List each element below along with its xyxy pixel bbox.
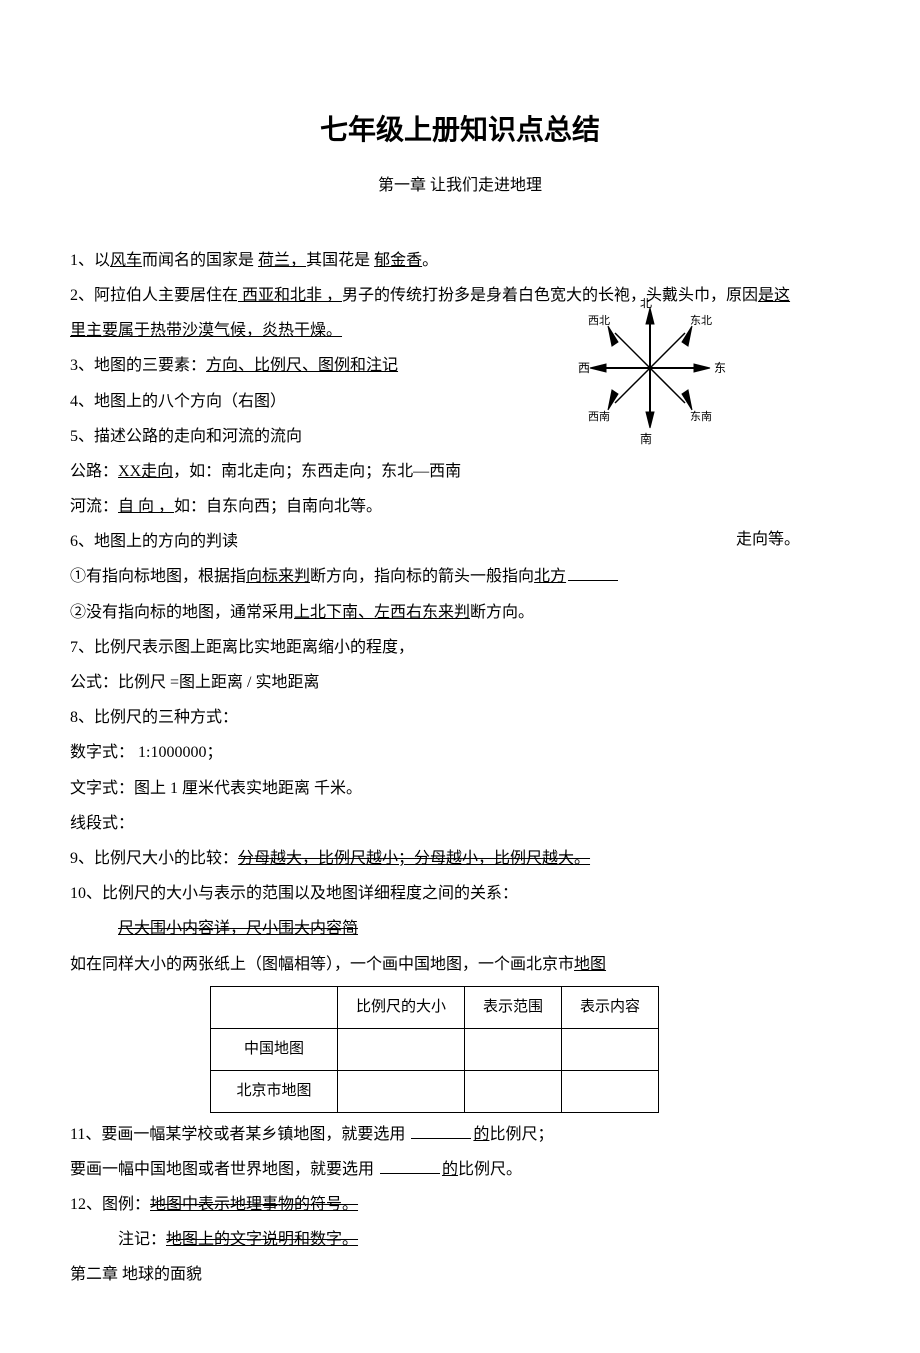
- answer-strike: 地图上的文字说明和数字。: [166, 1231, 358, 1248]
- answer: 里主要属于热带沙漠气候，炎热干燥。: [70, 322, 342, 339]
- text: 其国花是: [306, 252, 374, 269]
- item-11: 11、要画一幅某学校或者某乡镇地图，就要选用 的比例尺；: [70, 1117, 850, 1152]
- text: 3、地图的三要素：: [70, 357, 206, 374]
- table-header: 表示范围: [465, 986, 562, 1028]
- item-3: 3、地图的三要素：方向、比例尺、图例和注记: [70, 348, 850, 383]
- blank-line: [411, 1122, 471, 1139]
- answer: 荷兰，: [258, 252, 306, 269]
- table-cell: [465, 1070, 562, 1112]
- table-cell: [338, 1028, 465, 1070]
- text: 文字式：图上 1 厘米代表实地距离 千米。: [70, 780, 362, 797]
- text: 公路：: [70, 463, 118, 480]
- item-12: 12、图例：地图中表示地理事物的符号。: [70, 1187, 850, 1222]
- item-5: 5、描述公路的走向和河流的流向: [70, 419, 850, 454]
- item-10-mnemonic: 尺大围小内容详，尺小围大内容简: [70, 911, 850, 946]
- item-6: 6、地图上的方向的判读: [70, 524, 850, 559]
- text: 比例尺；: [489, 1126, 553, 1143]
- item-10-example: 如在同样大小的两张纸上（图幅相等），一个画中国地图，一个画北京市地图: [70, 947, 850, 982]
- table-cell: [562, 1070, 659, 1112]
- text: 12、图例：: [70, 1196, 150, 1213]
- text: 1、以: [70, 252, 110, 269]
- text: 2、阿拉伯人主要居住在: [70, 287, 238, 304]
- text: 河流：: [70, 498, 118, 515]
- chapter-2-heading: 第二章 地球的面貌: [70, 1257, 850, 1292]
- text: 而闻名的国家是: [142, 252, 258, 269]
- table-cell: [338, 1070, 465, 1112]
- item-11b: 要画一幅中国地图或者世界地图，就要选用 的比例尺。: [70, 1152, 850, 1187]
- item-7: 7、比例尺表示图上距离比实地距离缩小的程度，: [70, 630, 850, 665]
- compass-ne: 东北: [690, 314, 712, 327]
- answer: 地图: [574, 956, 606, 973]
- blank-line: [568, 564, 618, 581]
- text: 断方向，指向标的箭头一般指向: [310, 568, 534, 585]
- text: 。: [422, 252, 438, 269]
- item-6a: ①有指向标地图，根据指向标来判断方向，指向标的箭头一般指向北方: [70, 559, 850, 594]
- compass-n: 北: [640, 298, 652, 310]
- item-8-numeric: 数字式： 1:1000000；: [70, 735, 850, 770]
- item-4: 4、地图上的八个方向（右图）: [70, 384, 850, 419]
- answer: 风车: [110, 252, 142, 269]
- item-9: 9、比例尺大小的比较：分母越大，比例尺越小；分母越小，比例尺越大。: [70, 841, 850, 876]
- item-8: 8、比例尺的三种方式：: [70, 700, 850, 735]
- chapter-1-subtitle: 第一章 让我们走进地理: [70, 168, 850, 203]
- answer: 自 向 ，: [118, 498, 174, 515]
- answer: 郁金香: [374, 252, 422, 269]
- answer: XX走向: [118, 463, 173, 480]
- answer: 是这: [758, 287, 790, 304]
- scale-comparison-table: 比例尺的大小 表示范围 表示内容 中国地图 北京市地图: [210, 986, 659, 1113]
- text: ②没有指向标的地图，通常采用: [70, 604, 294, 621]
- answer: 方向、比例尺、图例和注记: [206, 357, 398, 374]
- table-cell: 北京市地图: [211, 1070, 338, 1112]
- item-8-text: 文字式：图上 1 厘米代表实地距离 千米。: [70, 771, 850, 806]
- table-row: 北京市地图: [211, 1070, 659, 1112]
- text: 断方向。: [470, 604, 534, 621]
- text: 如：自东向西；自南向北等。: [174, 498, 382, 515]
- item-2-cont: 里主要属于热带沙漠气候，炎热干燥。: [70, 313, 850, 348]
- text: 9、比例尺大小的比较：: [70, 850, 238, 867]
- table-header: [211, 986, 338, 1028]
- item-5-river: 河流：自 向 ，如：自东向西；自南向北等。: [70, 489, 850, 524]
- table-cell: [465, 1028, 562, 1070]
- item-7-formula: 公式：比例尺 =图上距离 / 实地距离: [70, 665, 850, 700]
- answer-strike: 分母越大，比例尺越小；分母越小，比例尺越大。: [238, 850, 590, 867]
- item-8-segment: 线段式：: [70, 806, 850, 841]
- item-10: 10、比例尺的大小与表示的范围以及地图详细程度之间的关系：: [70, 876, 850, 911]
- table-cell: [562, 1028, 659, 1070]
- item-12b: 注记：地图上的文字说明和数字。: [70, 1222, 850, 1257]
- answer: 向标来判: [246, 568, 310, 585]
- table-header: 比例尺的大小: [338, 986, 465, 1028]
- table-header: 表示内容: [562, 986, 659, 1028]
- item-1: 1、以风车而闻名的国家是 荷兰，其国花是 郁金香。: [70, 243, 850, 278]
- table-cell: 中国地图: [211, 1028, 338, 1070]
- blank-line: [380, 1157, 440, 1174]
- text: ，如：南北走向；东西走向；东北—西南: [173, 463, 461, 480]
- item-2: 2、阿拉伯人主要居住在 西亚和北非 ，男子的传统打扮多是身着白色宽大的长袍，头戴…: [70, 278, 850, 313]
- item-6b: ②没有指向标的地图，通常采用上北下南、左西右东来判断方向。: [70, 595, 850, 630]
- answer: 北方: [534, 568, 566, 585]
- answer: 的: [442, 1161, 458, 1178]
- text: 如在同样大小的两张纸上（图幅相等），一个画中国地图，一个画北京市: [70, 956, 574, 973]
- text: 要画一幅中国地图或者世界地图，就要选用: [70, 1161, 374, 1178]
- document-page: 七年级上册知识点总结 第一章 让我们走进地理 1、以风车而闻名的国家是 荷兰，其…: [0, 0, 920, 1353]
- text: 比例尺。: [458, 1161, 522, 1178]
- text: ①有指向标地图，根据指: [70, 568, 246, 585]
- answer: 的: [473, 1126, 489, 1143]
- table-row: 比例尺的大小 表示范围 表示内容: [211, 986, 659, 1028]
- answer-strike: 地图中表示地理事物的符号。: [150, 1196, 358, 1213]
- text: 注记：: [118, 1231, 166, 1248]
- answer: 上北下南、左西右东来判: [294, 604, 470, 621]
- answer-strike: 尺大围小内容详，尺小围大内容简: [118, 920, 358, 937]
- section-with-compass: 北 南 西 东 东北 西北 东南 西南 3、地图的三要素：方向、比例尺、图例和注…: [70, 348, 850, 489]
- compass-nw: 西北: [588, 314, 610, 327]
- answer: 西亚和北非 ，: [238, 287, 342, 304]
- page-title: 七年级上册知识点总结: [70, 100, 850, 162]
- table-row: 中国地图: [211, 1028, 659, 1070]
- item-5-road: 公路：XX走向，如：南北走向；东西走向；东北—西南 走向等。: [70, 454, 850, 489]
- text: 11、要画一幅某学校或者某乡镇地图，就要选用: [70, 1126, 405, 1143]
